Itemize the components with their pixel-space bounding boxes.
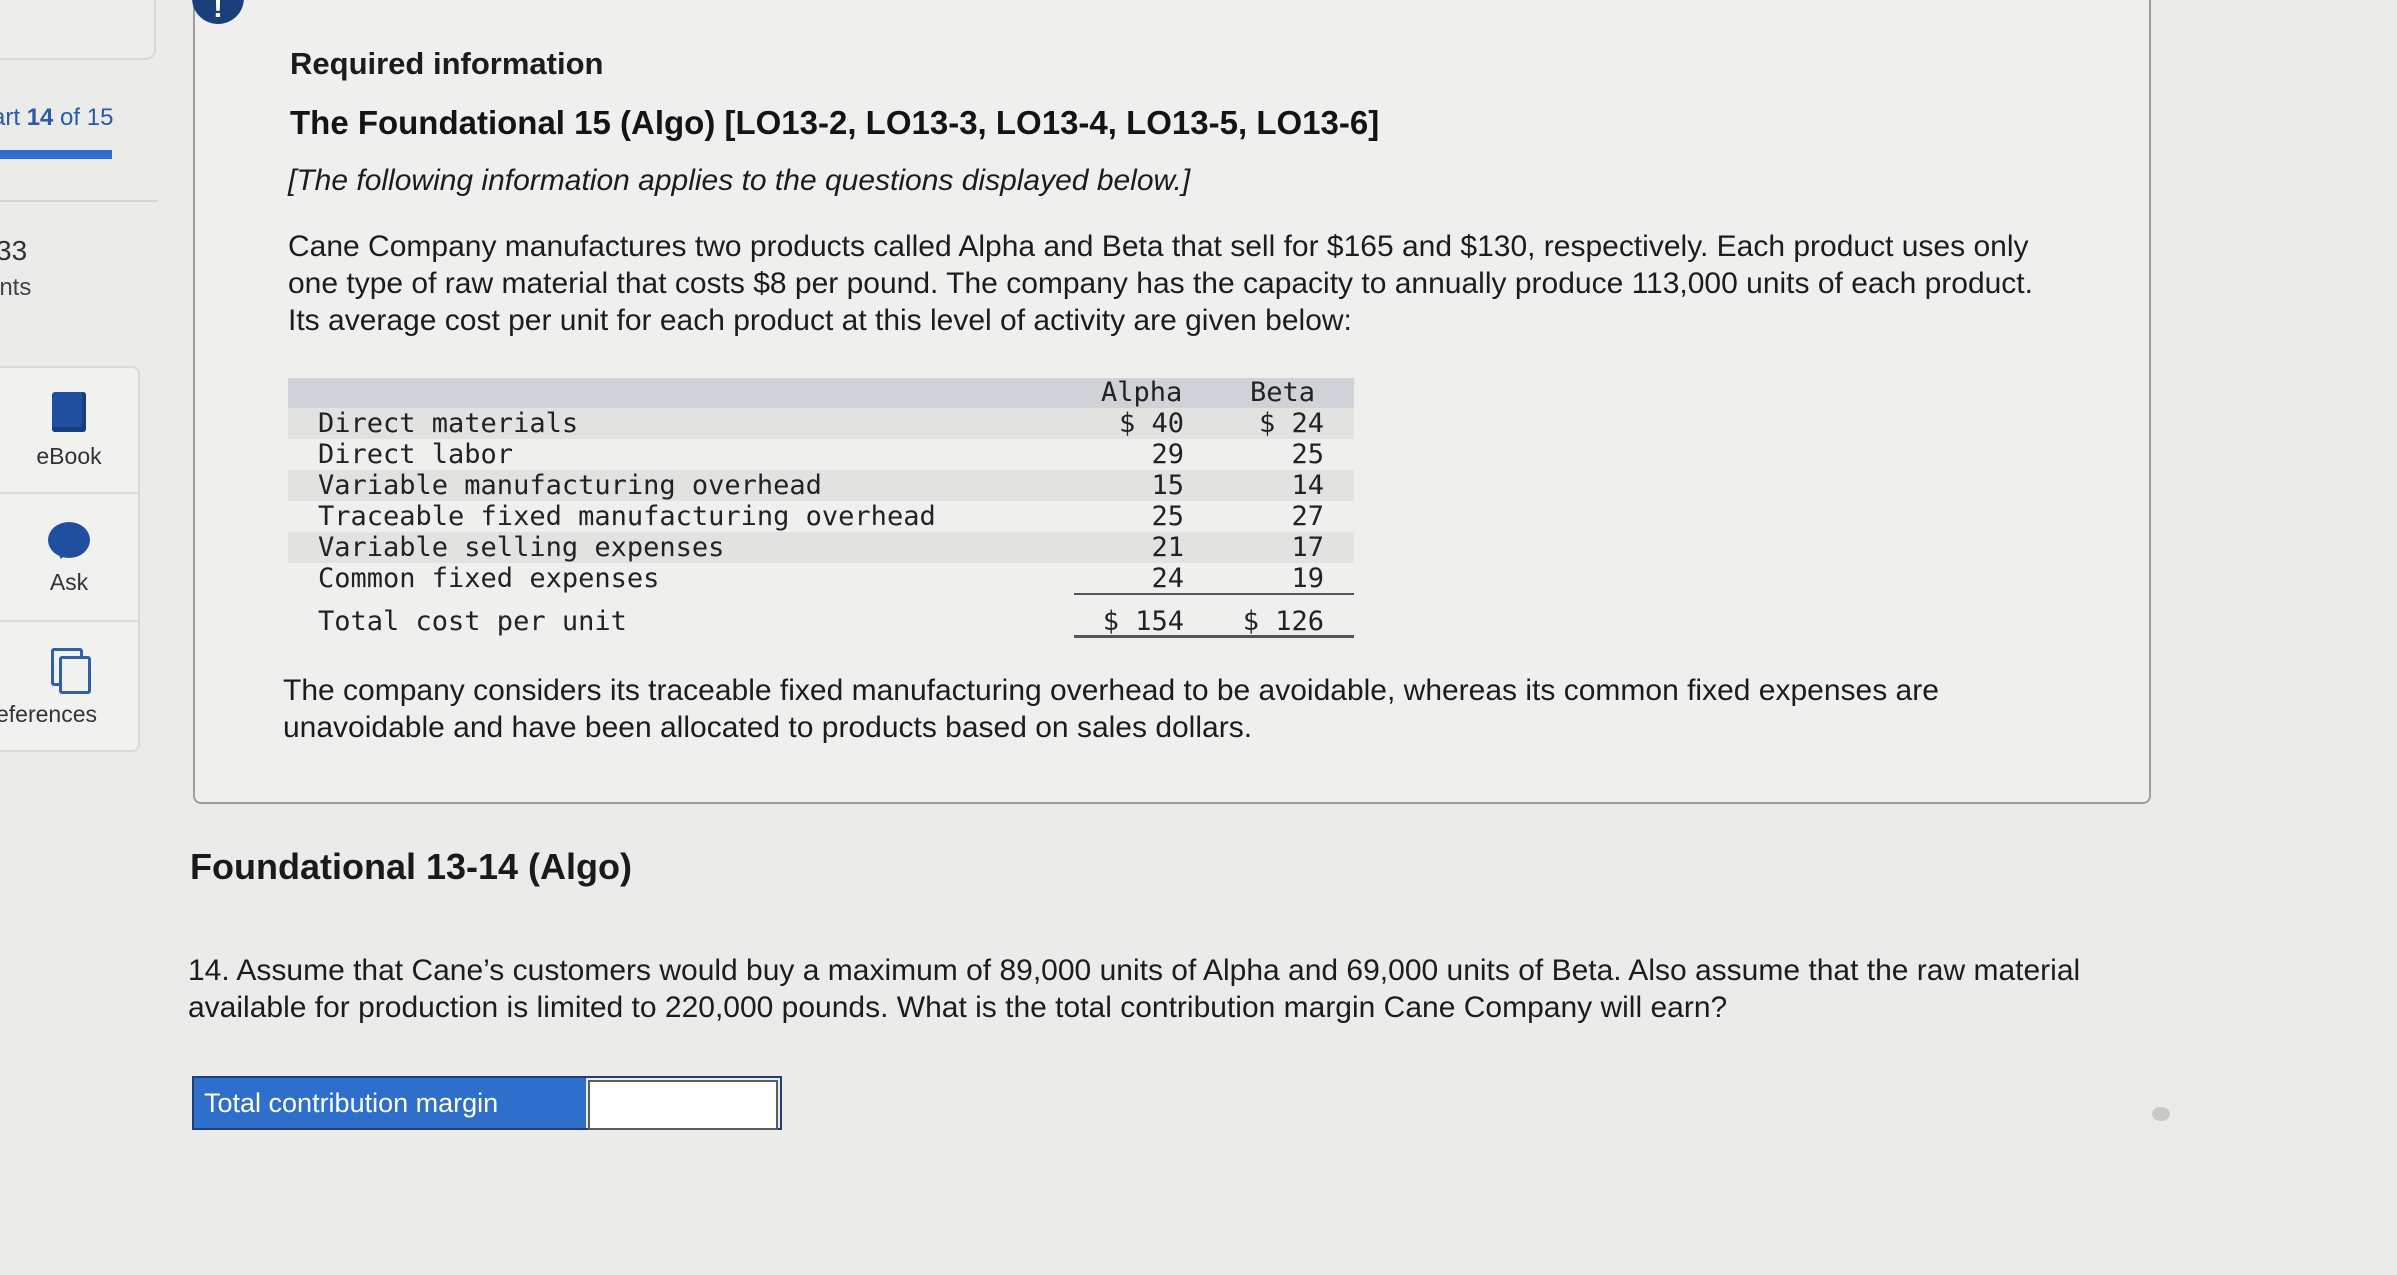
alpha-value: 29 [1151, 439, 1184, 470]
table-row: Direct materials $ 40 $ 24 [288, 408, 1354, 439]
alpha-value: $ 40 [1118, 408, 1184, 439]
progress-bar [0, 150, 112, 159]
ask-icon [48, 522, 90, 558]
part-total: of 15 [53, 104, 114, 131]
subtotal-rule [1074, 593, 1354, 595]
sidebar-top-card [0, 0, 156, 60]
required-info-heading: Required information [290, 46, 604, 81]
ebook-label: eBook [36, 443, 102, 469]
alpha-value: 15 [1151, 470, 1184, 501]
tools-panel: eBook Ask eferences [0, 366, 140, 752]
alpha-value: 21 [1151, 532, 1184, 563]
column-header-beta: Beta [1250, 377, 1316, 408]
row-label: Direct labor [318, 439, 514, 470]
beta-value: 27 [1291, 501, 1324, 532]
info-paragraph: Cane Company manufactures two products c… [288, 230, 2033, 337]
references-icon [49, 646, 91, 694]
table-row: Direct labor 29 25 [288, 439, 1354, 470]
table-row: Variable selling expenses 21 17 [288, 532, 1354, 563]
ebook-button[interactable]: eBook [0, 392, 138, 470]
references-label: eferences [0, 701, 98, 727]
column-header-alpha: Alpha [1101, 377, 1183, 408]
table-header: Alpha Beta [288, 378, 1354, 408]
beta-value: 17 [1291, 532, 1324, 563]
ask-label: Ask [49, 569, 89, 595]
points-label: ints [0, 274, 32, 301]
row-label: Variable selling expenses [318, 532, 725, 563]
total-label: Total cost per unit [318, 606, 627, 637]
total-contribution-margin-input[interactable] [588, 1080, 778, 1130]
table-row: Common fixed expenses 24 19 [288, 563, 1354, 594]
info-paragraph-2: The company considers its traceable fixe… [283, 674, 1939, 744]
part-indicator: art 14 of 15 [0, 104, 113, 132]
alpha-value: 24 [1151, 563, 1184, 594]
info-title: The Foundational 15 (Algo) [LO13-2, LO13… [290, 104, 1380, 141]
question-text: 14. Assume that Cane’s customers would b… [188, 954, 2081, 1024]
row-label: Direct materials [318, 408, 579, 439]
part-prefix: art [0, 104, 21, 131]
alpha-value: 25 [1151, 501, 1184, 532]
answer-label: Total contribution margin [194, 1078, 586, 1128]
row-label: Variable manufacturing overhead [318, 470, 822, 501]
row-label: Traceable fixed manufacturing overhead [318, 501, 936, 532]
ask-button[interactable]: Ask [0, 522, 138, 596]
info-note: [The following information applies to th… [288, 164, 1191, 197]
question-title: Foundational 13-14 (Algo) [190, 846, 633, 887]
total-double-rule [1074, 635, 1354, 638]
references-button[interactable]: eferences [0, 646, 138, 728]
beta-value: 14 [1291, 470, 1324, 501]
ebook-icon [52, 392, 86, 432]
row-label: Common fixed expenses [318, 563, 660, 594]
left-sidebar: art 14 of 15 33 ints eBook Ask eferences [0, 0, 158, 1275]
table-row: Variable manufacturing overhead 15 14 [288, 470, 1354, 501]
sidebar-divider [0, 200, 158, 202]
tool-divider [0, 492, 138, 494]
beta-value: 25 [1291, 439, 1324, 470]
answer-row: Total contribution margin [192, 1076, 782, 1130]
points-value: 33 [0, 235, 28, 266]
beta-value: 19 [1291, 563, 1324, 594]
tool-divider [0, 620, 138, 622]
resize-handle-icon [2152, 1107, 2170, 1121]
beta-value: $ 24 [1258, 408, 1324, 439]
table-row: Traceable fixed manufacturing overhead 2… [288, 501, 1354, 532]
cost-table: Alpha Beta Direct materials $ 40 $ 24 Di… [288, 378, 1354, 642]
part-current: 14 [26, 104, 54, 131]
